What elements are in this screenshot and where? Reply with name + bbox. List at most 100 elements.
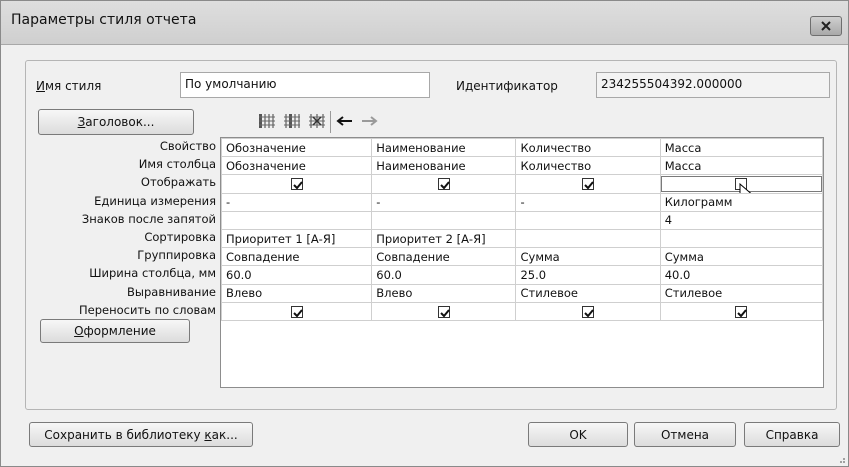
move-left-icon[interactable] <box>334 111 356 131</box>
properties-table: Обозначение Наименование Количество Масс… <box>220 137 824 321</box>
show-checkbox-cell[interactable] <box>659 174 824 194</box>
formatting-button-label: формление <box>83 324 156 338</box>
grid-cell[interactable] <box>515 210 661 230</box>
title-bar: Параметры стиля отчета <box>1 1 848 45</box>
row-label-wrap: Переносить по словам <box>78 302 216 317</box>
insert-column-right-icon[interactable] <box>281 111 303 131</box>
grid-cell[interactable]: - <box>371 192 517 212</box>
grid-cell[interactable]: Влево <box>371 283 517 303</box>
row-label-decimals: Знаков после запятой <box>81 211 216 226</box>
checkbox-checked[interactable] <box>735 305 748 318</box>
wrap-checkbox-cell[interactable] <box>659 301 824 321</box>
grid-cell[interactable] <box>371 210 517 230</box>
grid-cell[interactable]: 60.0 <box>371 265 517 285</box>
grid-cell[interactable]: 60.0 <box>220 265 373 285</box>
checkbox-checked[interactable] <box>582 178 595 191</box>
grid-cell[interactable]: - <box>515 192 661 212</box>
grid-cell[interactable]: 40.0 <box>659 265 824 285</box>
checkbox-checked[interactable] <box>437 305 450 318</box>
table-row: Обозначение Наименование Количество Масс… <box>220 137 824 158</box>
show-checkbox-cell[interactable] <box>515 174 661 194</box>
row-label-unit: Единица измерения <box>94 193 216 208</box>
table-row: Влево Влево Стилевое Стилевое <box>220 283 824 303</box>
grid-cell[interactable]: Количество <box>515 137 661 158</box>
ok-button[interactable]: OK <box>528 422 628 447</box>
checkbox-checked[interactable] <box>290 305 303 318</box>
dialog-body: Имя стиля По умолчанию Идентификатор 234… <box>9 46 840 458</box>
formatting-button[interactable]: Оформление <box>40 319 190 343</box>
grid-cell[interactable]: Приоритет 1 [А-Я] <box>220 228 373 249</box>
table-row <box>220 174 824 194</box>
row-label-show: Отображать <box>140 175 216 190</box>
row-labels: Свойство Имя столбца Отображать Единица … <box>26 137 219 319</box>
grid-cell[interactable]: Влево <box>220 283 373 303</box>
table-row: - - - Килограмм <box>220 192 824 212</box>
help-button[interactable]: Справка <box>744 422 840 447</box>
grid-cell[interactable]: Наименование <box>371 137 517 158</box>
grid-cell[interactable]: Стилевое <box>515 283 661 303</box>
save-to-library-label-b: ак... <box>211 427 238 442</box>
style-name-label: Имя стиля <box>36 79 102 93</box>
style-name-label-rest: мя стиля <box>44 79 102 93</box>
table-row: Обозначение Наименование Количество Масс… <box>220 156 824 176</box>
grid-cell[interactable] <box>220 210 373 230</box>
show-checkbox-cell[interactable] <box>371 174 517 194</box>
grid-cell[interactable]: 25.0 <box>515 265 661 285</box>
header-button[interactable]: Заголовок... <box>38 109 194 135</box>
grid-cell[interactable]: Сумма <box>515 247 661 267</box>
grid-cell[interactable]: Приоритет 2 [А-Я] <box>371 228 517 249</box>
grid-cell[interactable]: Масса <box>659 156 824 176</box>
move-right-icon[interactable] <box>358 111 380 131</box>
save-to-library-label-a: Сохранить в библиотеку <box>44 427 205 442</box>
wrap-checkbox-cell[interactable] <box>371 301 517 321</box>
show-checkbox-cell[interactable] <box>220 174 373 194</box>
table-row <box>220 301 824 321</box>
row-label-width: Ширина столбца, мм <box>89 266 216 281</box>
grid-cell[interactable]: Совпадение <box>371 247 517 267</box>
mouse-cursor-icon <box>739 183 750 193</box>
table-row: 60.0 60.0 25.0 40.0 <box>220 265 824 285</box>
close-button[interactable] <box>810 16 842 36</box>
header-button-mnemonic: З <box>77 115 86 129</box>
properties-grid: Обозначение Наименование Количество Масс… <box>220 137 824 388</box>
grid-cell[interactable]: Стилевое <box>659 283 824 303</box>
resize-grip-icon[interactable] <box>836 454 846 464</box>
wrap-checkbox-cell[interactable] <box>515 301 661 321</box>
grid-cell[interactable] <box>515 228 661 249</box>
style-name-input[interactable]: По умолчанию <box>180 72 430 98</box>
table-row: 4 <box>220 210 824 230</box>
toolbar-separator <box>330 111 331 133</box>
checkbox-checked[interactable] <box>290 178 303 191</box>
save-to-library-button[interactable]: Сохранить в библиотеку к ак... <box>29 422 253 447</box>
window-title: Параметры стиля отчета <box>11 12 197 28</box>
grid-cell[interactable]: - <box>220 192 373 212</box>
save-to-library-mnemonic: к <box>204 427 212 442</box>
checkbox-checked[interactable] <box>437 178 450 191</box>
checkbox-checked[interactable] <box>582 305 595 318</box>
grid-cell[interactable]: Совпадение <box>220 247 373 267</box>
close-icon <box>821 21 831 31</box>
grid-cell[interactable]: 4 <box>659 210 824 230</box>
grid-cell[interactable] <box>659 228 824 249</box>
row-label-column-name: Имя столбца <box>138 157 216 172</box>
insert-column-icon[interactable] <box>256 111 278 131</box>
row-label-sort: Сортировка <box>144 229 216 244</box>
table-row: Совпадение Совпадение Сумма Сумма <box>220 247 824 267</box>
grid-cell[interactable]: Количество <box>515 156 661 176</box>
table-row: Приоритет 1 [А-Я] Приоритет 2 [А-Я] <box>220 228 824 249</box>
dialog-window: Параметры стиля отчета Имя стиля По умол… <box>0 0 849 467</box>
grid-cell[interactable]: Обозначение <box>220 137 373 158</box>
formatting-button-mnemonic: О <box>74 324 84 338</box>
grid-cell[interactable]: Наименование <box>371 156 517 176</box>
grid-cell[interactable]: Килограмм <box>659 192 824 212</box>
identifier-field: 234255504392.000000 <box>596 72 830 98</box>
grid-cell[interactable]: Обозначение <box>220 156 373 176</box>
row-label-group: Группировка <box>137 248 216 263</box>
wrap-checkbox-cell[interactable] <box>220 301 373 321</box>
identifier-label: Идентификатор <box>456 79 558 93</box>
grid-cell[interactable]: Масса <box>659 137 824 158</box>
cancel-button[interactable]: Отмена <box>634 422 736 447</box>
row-label-align: Выравнивание <box>127 284 216 299</box>
grid-cell[interactable]: Сумма <box>659 247 824 267</box>
delete-column-icon[interactable] <box>306 111 328 131</box>
